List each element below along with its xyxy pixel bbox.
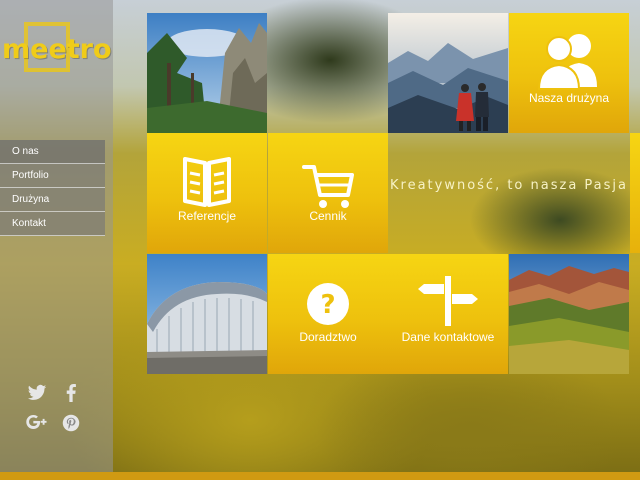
slogan-panel: Kreatywność, to nasza Pasja (388, 133, 630, 253)
tile-contact[interactable]: Dane kontaktowe (388, 254, 508, 374)
couple-mountains-image (388, 13, 508, 133)
twitter-icon[interactable] (26, 384, 48, 406)
stadium-image (147, 254, 267, 374)
social-links (26, 384, 86, 444)
photo-tile-forest-rocks[interactable] (147, 13, 267, 133)
menu-item-kontakt[interactable]: Kontakt (0, 212, 105, 236)
tile-references-label: Referencje (177, 209, 237, 223)
tile-advice[interactable]: ? Doradztwo (268, 254, 388, 374)
menu-item-portfolio[interactable]: Portfolio (0, 164, 105, 188)
tile-pricing[interactable]: Cennik (268, 133, 388, 253)
svg-text:?: ? (320, 290, 335, 320)
bottom-bar (0, 472, 640, 480)
tile-team-label: Nasza drużyna (528, 91, 610, 105)
pinterest-icon[interactable] (60, 414, 82, 436)
photo-tile-hills[interactable] (509, 254, 629, 374)
menu-item-druzyna[interactable]: Drużyna (0, 188, 105, 212)
menu-item-o-nas[interactable]: O nas (0, 140, 105, 164)
main-menu: O nas Portfolio Drużyna Kontakt (0, 140, 113, 236)
slogan-text: Kreatywność, to nasza Pasja (389, 178, 628, 193)
tile-contact-label: Dane kontaktowe (401, 330, 495, 344)
logo-text: meetro (2, 34, 112, 65)
forest-rocks-image (147, 13, 267, 133)
tile-partial-edge[interactable] (630, 133, 640, 253)
photo-tile-stadium[interactable] (147, 254, 267, 374)
tile-team[interactable]: Nasza drużyna (509, 13, 629, 133)
photo-tile-couple-mountains[interactable] (388, 13, 508, 133)
hills-image (509, 254, 629, 374)
sidebar: meetro O nas Portfolio Drużyna Kontakt (0, 0, 113, 472)
logo[interactable]: meetro (2, 22, 112, 74)
tile-advice-label: Doradztwo (299, 330, 357, 344)
cart-icon (302, 165, 354, 208)
book-icon (183, 157, 231, 207)
users-icon (537, 34, 597, 90)
tile-pricing-label: Cennik (309, 209, 347, 223)
facebook-icon[interactable] (60, 384, 82, 406)
google-plus-icon[interactable] (26, 414, 48, 436)
tile-references[interactable]: Referencje (147, 133, 267, 253)
signpost-icon (418, 276, 478, 326)
question-icon: ? (307, 283, 349, 325)
